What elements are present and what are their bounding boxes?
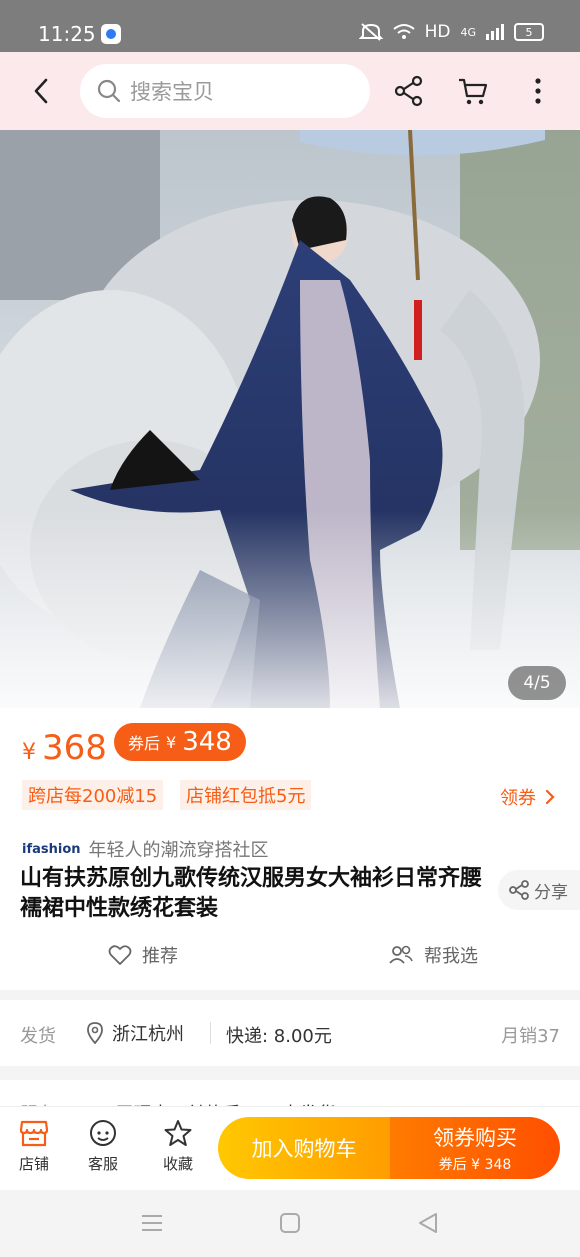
location-text: 浙江杭州: [112, 1024, 184, 1045]
status-icons: HD 4G 5: [358, 22, 544, 42]
recommend-label: 推荐: [142, 946, 178, 967]
chat-icon: [90, 1120, 116, 1146]
system-nav-bar: [0, 1190, 580, 1257]
brand-row[interactable]: ifashion 年轻人的潮流穿搭社区: [22, 836, 269, 862]
share-label: 分享: [534, 882, 568, 903]
help-choose-button[interactable]: 帮我选: [388, 942, 478, 968]
promo-cross-store[interactable]: 跨店每200减15: [22, 780, 164, 810]
add-to-cart-button[interactable]: 加入购物车: [218, 1117, 390, 1179]
store-icon: [19, 1120, 49, 1147]
cart-icon[interactable]: [456, 74, 490, 108]
help-choose-label: 帮我选: [424, 946, 478, 967]
brand-slogan: 年轻人的潮流穿搭社区: [88, 840, 269, 861]
location-pin-icon: [87, 1022, 103, 1044]
monthly-sales: 月销37: [501, 1026, 560, 1047]
promo-shop-red-packet[interactable]: 店铺红包抵5元: [180, 780, 312, 810]
battery-icon: 5: [514, 23, 544, 41]
app-notification-icon: [101, 24, 121, 44]
original-price: ¥ 368: [22, 728, 107, 768]
get-coupon-label: 领券: [500, 788, 536, 809]
back-arrow-icon[interactable]: [28, 76, 56, 106]
recommend-button[interactable]: 推荐: [108, 942, 178, 968]
wifi-icon: [392, 24, 415, 39]
menu-icon[interactable]: [140, 1212, 164, 1234]
top-bar: 搜索宝贝: [0, 52, 580, 130]
get-coupon-link[interactable]: 领券: [500, 784, 556, 810]
shipping-label: 发货: [20, 1026, 56, 1047]
price-currency: ¥: [22, 740, 36, 765]
service-label-btn: 客服: [87, 1155, 118, 1173]
star-icon: [164, 1120, 192, 1146]
price-value: 368: [42, 728, 107, 768]
favorite-label: 收藏: [162, 1155, 193, 1173]
home-icon[interactable]: [278, 1212, 302, 1234]
bottom-action-bar: 店铺 客服 收藏 加入购物车 领券购买 券后 ¥ 348: [0, 1106, 580, 1191]
shipping-fee: 快递: 8.00元: [226, 1026, 332, 1047]
product-photo: [0, 130, 580, 708]
divider: [210, 1022, 211, 1044]
search-icon: [97, 79, 121, 103]
people-icon: [389, 945, 413, 964]
product-title: 山有扶苏原创九歌传统汉服男女大袖衫日常齐腰襦裙中性款绣花套装: [20, 866, 483, 921]
search-input[interactable]: 搜索宝贝: [80, 64, 370, 118]
product-info-card: ¥ 368 券后 ¥ 348 跨店每200减15 店铺红包抵5元 领券 ifas…: [0, 708, 580, 990]
share-button[interactable]: 分享: [498, 870, 580, 910]
customer-service-button[interactable]: 客服: [73, 1119, 133, 1174]
ifashion-logo: ifashion: [22, 841, 81, 857]
buy-button-subtext: 券后 ¥ 348: [438, 1157, 512, 1173]
signal-icon: [486, 24, 504, 40]
network-label: HD: [424, 22, 451, 42]
shipping-location: 浙江杭州: [86, 1020, 184, 1046]
search-placeholder: 搜索宝贝: [130, 80, 214, 104]
coupon-price-currency: ¥: [166, 732, 177, 752]
share-icon: [509, 880, 529, 900]
signal-label: 4G: [460, 25, 476, 39]
status-time: 11:25: [38, 22, 96, 46]
buy-with-coupon-button[interactable]: 领券购买 券后 ¥ 348: [390, 1117, 560, 1179]
buy-button-label: 领券购买: [433, 1126, 517, 1150]
mute-icon: [358, 23, 383, 41]
store-label: 店铺: [18, 1155, 49, 1173]
image-counter: 4/5: [508, 666, 566, 700]
product-image[interactable]: 4/5: [0, 130, 580, 708]
favorite-button[interactable]: 收藏: [148, 1119, 208, 1174]
back-triangle-icon[interactable]: [416, 1212, 440, 1234]
share-icon[interactable]: [392, 74, 426, 108]
coupon-price-badge: 券后 ¥ 348: [114, 723, 246, 761]
coupon-price-value: 348: [182, 727, 232, 757]
chevron-right-icon: [545, 789, 555, 805]
heart-icon: [108, 945, 132, 965]
more-icon[interactable]: [521, 74, 555, 108]
store-button[interactable]: 店铺: [4, 1119, 64, 1174]
shipping-row[interactable]: 发货 浙江杭州 快递: 8.00元 月销37: [0, 1000, 580, 1066]
coupon-price-label: 券后: [128, 734, 161, 753]
